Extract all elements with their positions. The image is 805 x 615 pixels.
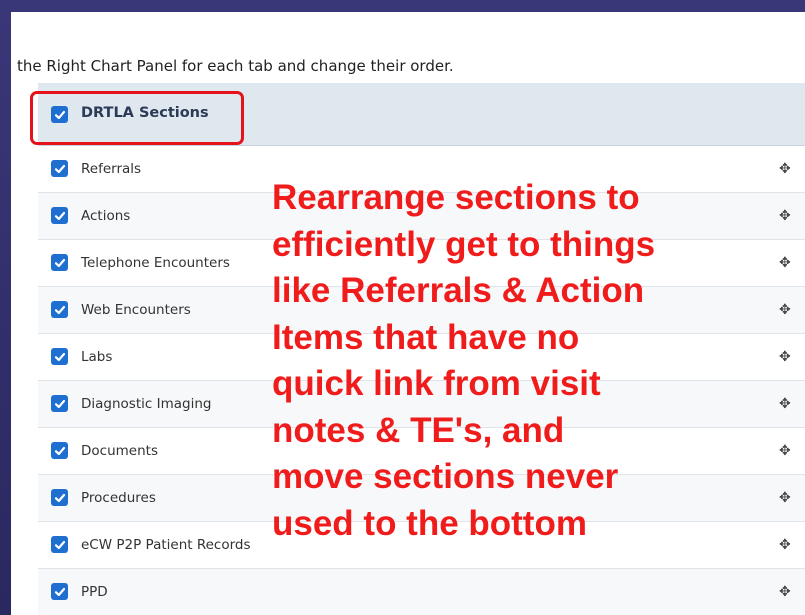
drag-handle-icon[interactable]: ✥ <box>779 161 793 177</box>
drag-handle-icon[interactable]: ✥ <box>779 349 793 365</box>
section-checkbox[interactable] <box>51 583 68 600</box>
drag-handle-icon[interactable]: ✥ <box>779 537 793 553</box>
header-label: DRTLA Sections <box>81 105 209 121</box>
section-label: PPD <box>81 584 108 600</box>
section-label: Web Encounters <box>81 302 191 318</box>
checkmark-icon <box>54 164 65 173</box>
checkmark-icon <box>54 540 65 549</box>
section-label: Actions <box>81 208 131 224</box>
checkmark-icon <box>54 211 65 220</box>
section-checkbox[interactable] <box>51 160 68 177</box>
instruction-text: the Right Chart Panel for each tab and c… <box>17 57 454 75</box>
section-label: Documents <box>81 443 158 459</box>
annotation-line: like Referrals & Action <box>272 271 645 310</box>
section-label: Diagnostic Imaging <box>81 396 212 412</box>
checkmark-icon <box>54 352 65 361</box>
select-all-checkbox[interactable] <box>51 106 68 123</box>
annotation-line: quick link from visit <box>272 364 601 403</box>
section-checkbox[interactable] <box>51 395 68 412</box>
section-checkbox[interactable] <box>51 348 68 365</box>
section-checkbox[interactable] <box>51 301 68 318</box>
checkmark-icon <box>54 493 65 502</box>
annotation-line: Rearrange sections to <box>272 178 640 217</box>
annotation-line: used to the bottom <box>272 503 587 543</box>
annotation-line: notes & TE's, and <box>272 410 565 450</box>
section-label: eCW P2P Patient Records <box>81 537 251 553</box>
table-header: DRTLA Sections <box>30 83 805 146</box>
annotation-callout: Rearrange sections to efficiently get to … <box>272 175 655 547</box>
drag-handle-icon[interactable]: ✥ <box>779 584 793 600</box>
checkmark-icon <box>54 587 65 596</box>
section-label: Telephone Encounters <box>81 255 230 271</box>
annotation-line: move sections never <box>272 457 619 496</box>
drag-handle-icon[interactable]: ✥ <box>779 490 793 506</box>
section-checkbox[interactable] <box>51 536 68 553</box>
checkmark-icon <box>54 399 65 408</box>
section-checkbox[interactable] <box>51 207 68 224</box>
section-row[interactable]: PPD ✥ <box>38 569 805 615</box>
drag-handle-icon[interactable]: ✥ <box>779 208 793 224</box>
checkmark-icon <box>54 446 65 455</box>
checkmark-icon <box>54 305 65 314</box>
section-label: Labs <box>81 349 113 365</box>
drag-handle-icon[interactable]: ✥ <box>779 302 793 318</box>
section-checkbox[interactable] <box>51 442 68 459</box>
section-label: Referrals <box>81 161 142 177</box>
annotation-line: Items that have no <box>272 317 580 357</box>
checkmark-icon <box>54 110 65 119</box>
section-label: Procedures <box>81 490 156 506</box>
section-checkbox[interactable] <box>51 254 68 271</box>
drag-handle-icon[interactable]: ✥ <box>779 396 793 412</box>
settings-panel: the Right Chart Panel for each tab and c… <box>11 12 805 615</box>
section-checkbox[interactable] <box>51 489 68 506</box>
annotation-line: efficiently get to things <box>272 224 656 264</box>
drag-handle-icon[interactable]: ✥ <box>779 443 793 459</box>
drag-handle-icon[interactable]: ✥ <box>779 255 793 271</box>
checkmark-icon <box>54 258 65 267</box>
